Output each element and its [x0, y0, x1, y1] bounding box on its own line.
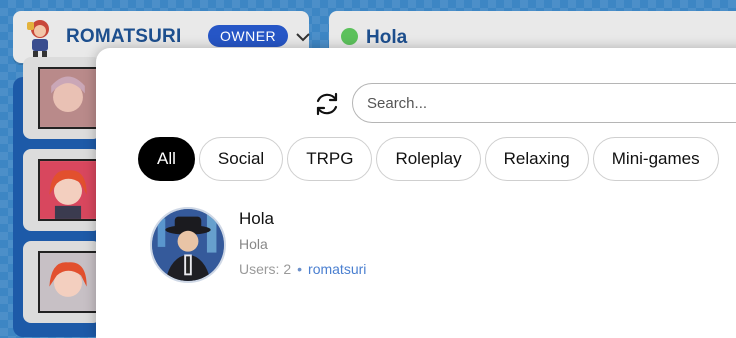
- online-status-indicator: [341, 28, 358, 45]
- room-avatar: [150, 207, 226, 283]
- user-avatar: [27, 20, 49, 57]
- room-user-count: Users: 2: [239, 261, 292, 277]
- refresh-icon[interactable]: [312, 89, 342, 119]
- room-card[interactable]: [23, 149, 101, 231]
- room-owner-link[interactable]: romatsuri: [308, 261, 366, 277]
- room-browser-popup: AllSocialTRPGRoleplayRelaxingMini-games …: [96, 48, 736, 338]
- room-list-item[interactable]: Hola Hola Users: 2 • romatsuri: [150, 207, 650, 287]
- room-name: Hola: [239, 209, 274, 228]
- chevron-down-icon[interactable]: [294, 28, 312, 46]
- room-thumbnail: [38, 67, 98, 129]
- username: ROMATSURI: [66, 26, 182, 47]
- filter-chip-relaxing[interactable]: Relaxing: [484, 137, 589, 181]
- room-meta: Users: 2 • romatsuri: [239, 261, 366, 277]
- filter-chip-minigames[interactable]: Mini-games: [592, 137, 719, 181]
- room-description: Hola: [239, 236, 268, 252]
- room-card[interactable]: [23, 241, 101, 323]
- room-tab-title: Hola: [366, 27, 408, 48]
- role-badge: OWNER: [208, 25, 289, 47]
- room-sidebar: [13, 57, 103, 337]
- filter-chip-trpg[interactable]: TRPG: [287, 137, 373, 181]
- room-card[interactable]: [23, 57, 101, 139]
- room-thumbnail: [38, 251, 98, 313]
- room-thumbnail: [38, 159, 98, 221]
- search-input[interactable]: [352, 83, 736, 123]
- filter-chip-all[interactable]: All: [138, 137, 195, 181]
- filter-chip-social[interactable]: Social: [198, 137, 284, 181]
- filter-chip-roleplay[interactable]: Roleplay: [376, 137, 481, 181]
- category-filters: All Social TRPG Roleplay Relaxing Mini-games: [138, 137, 723, 181]
- meta-separator: •: [297, 261, 303, 277]
